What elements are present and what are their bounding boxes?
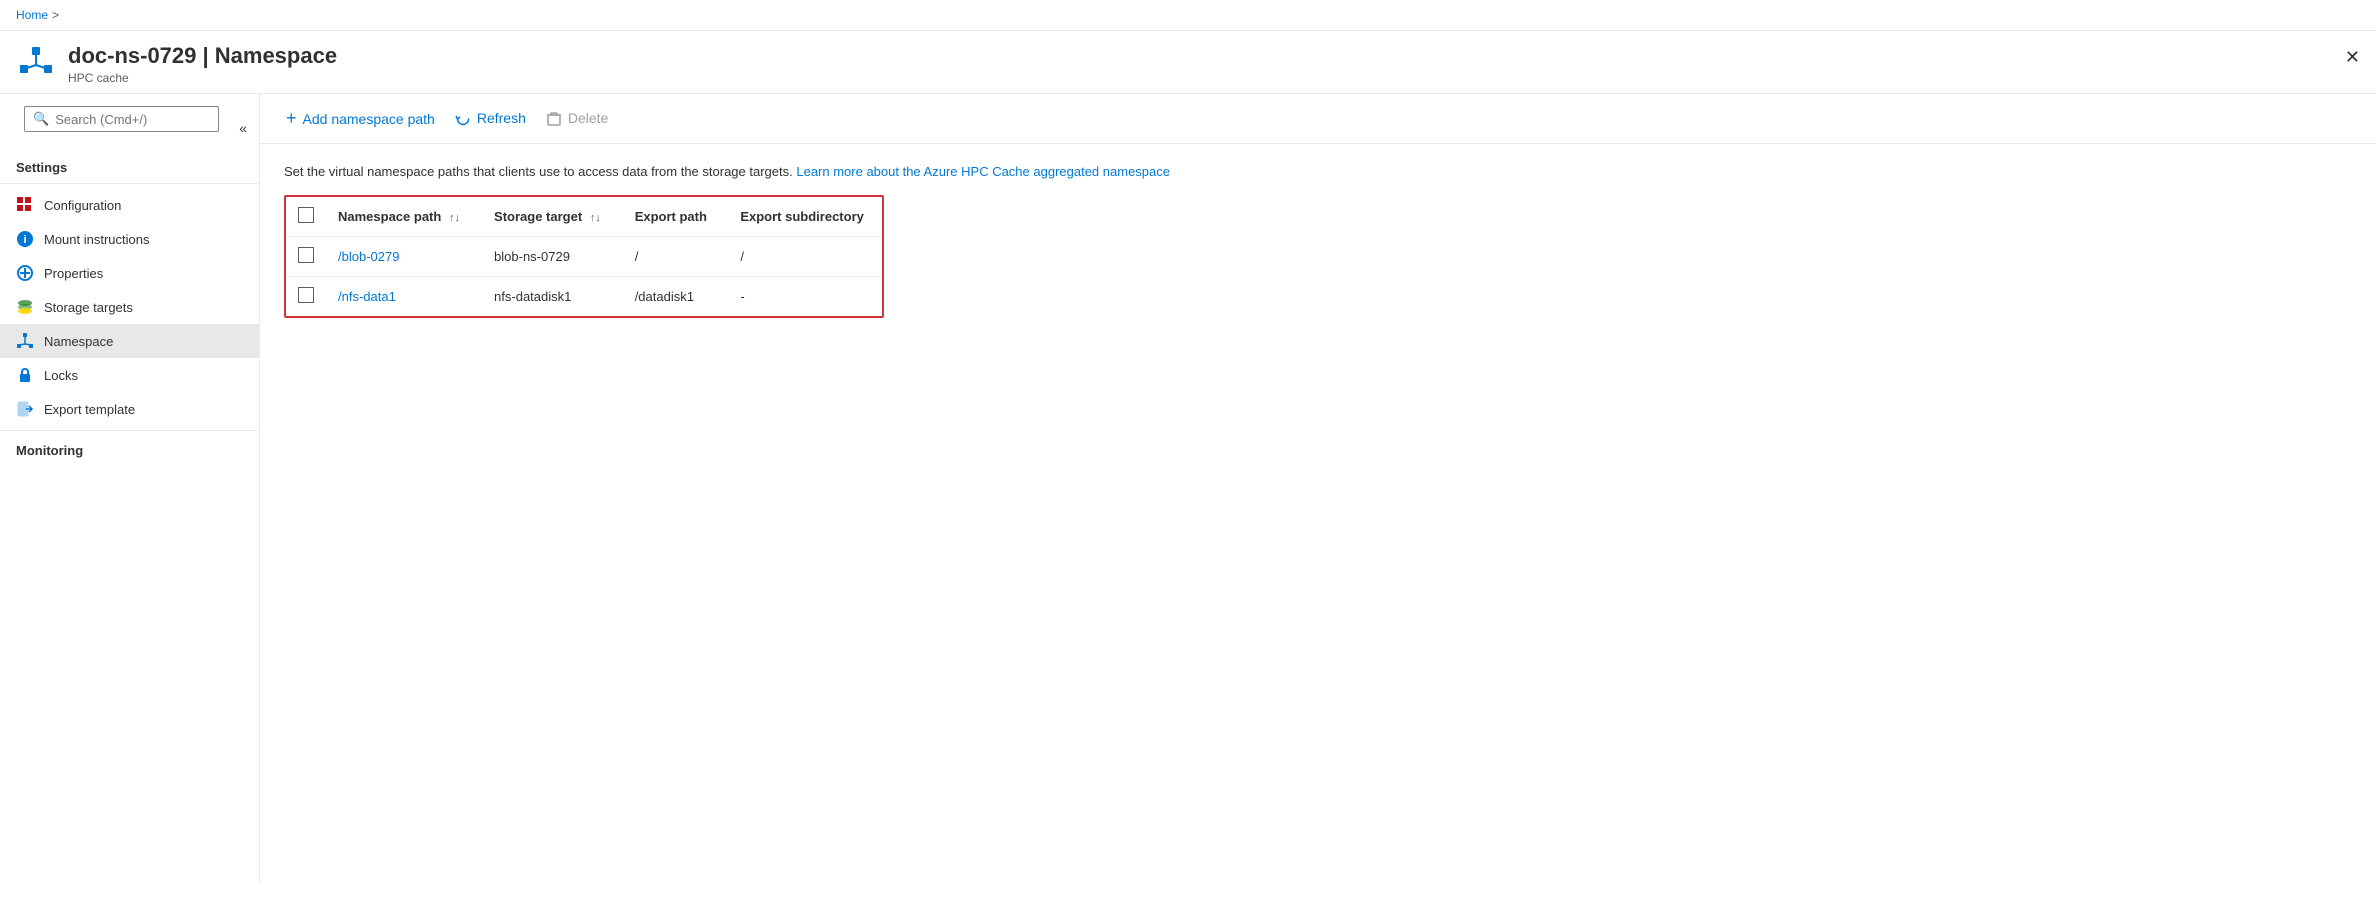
close-button[interactable]: ✕ [2345,47,2360,68]
table-body: /blob-0279 blob-ns-0729 / / /nfs-data1 [286,237,882,317]
sidebar-item-namespace-label: Namespace [44,334,113,349]
svg-text:i: i [23,234,26,246]
row2-export-subdirectory: - [724,277,882,317]
namespace-table-container: Namespace path ↑↓ Storage target ↑↓ Expo… [284,195,884,318]
page-header: doc-ns-0729 | Namespace HPC cache ✕ [0,31,2376,94]
add-namespace-label: Add namespace path [303,111,435,127]
col-export-path: Export path [619,197,725,237]
hpc-icon [16,43,56,83]
breadcrumb-sep: > [52,8,59,22]
row1-checkbox-cell [286,237,322,277]
row1-namespace-path: /blob-0279 [322,237,478,277]
monitoring-divider [0,430,259,431]
col-storage-target: Storage target ↑↓ [478,197,619,237]
row1-checkbox[interactable] [298,247,314,263]
col-namespace-path-label: Namespace path [338,209,441,224]
refresh-icon [455,110,471,127]
main-layout: 🔍 « Settings Configuration [0,94,2376,884]
sidebar-search-row: 🔍 « [0,102,259,152]
config-icon [16,196,34,214]
table-row: /nfs-data1 nfs-datadisk1 /datadisk1 - [286,277,882,317]
sidebar-item-locks[interactable]: Locks [0,358,259,392]
page-title: doc-ns-0729 | Namespace [68,43,337,69]
table-row: /blob-0279 blob-ns-0729 / / [286,237,882,277]
delete-label: Delete [568,110,608,126]
toolbar: + Add namespace path Refresh [260,94,2376,144]
row1-export-subdirectory: / [724,237,882,277]
header-checkbox[interactable] [298,207,314,223]
col-export-path-label: Export path [635,209,707,224]
sidebar: 🔍 « Settings Configuration [0,94,260,884]
delete-icon [546,110,562,127]
lock-icon [16,366,34,384]
sidebar-item-mount-label: Mount instructions [44,232,150,247]
collapse-button[interactable]: « [231,116,255,140]
description-text: Set the virtual namespace paths that cli… [284,164,793,179]
top-bar: Home > [0,0,2376,31]
refresh-button[interactable]: Refresh [449,106,532,131]
page-subtitle: HPC cache [68,71,337,85]
export-icon [16,400,34,418]
info-icon: i [16,230,34,248]
row2-namespace-path: /nfs-data1 [322,277,478,317]
sidebar-item-configuration-label: Configuration [44,198,121,213]
sidebar-item-locks-label: Locks [44,368,78,383]
breadcrumb-home[interactable]: Home [16,8,48,22]
add-icon: + [286,108,297,129]
header-checkbox-cell [286,197,322,237]
namespace-icon [16,332,34,350]
content-area: Set the virtual namespace paths that cli… [260,144,2376,884]
learn-more-link[interactable]: Learn more about the Azure HPC Cache agg… [796,164,1170,179]
monitoring-section-label: Monitoring [0,435,259,462]
sidebar-item-storage-label: Storage targets [44,300,133,315]
col-storage-target-label: Storage target [494,209,582,224]
row2-checkbox-cell [286,277,322,317]
description: Set the virtual namespace paths that cli… [284,164,2352,179]
row1-storage-target: blob-ns-0729 [478,237,619,277]
sidebar-item-export-template[interactable]: Export template [0,392,259,426]
row1-namespace-link[interactable]: /blob-0279 [338,249,399,264]
main-content: + Add namespace path Refresh [260,94,2376,884]
row2-checkbox[interactable] [298,287,314,303]
settings-divider [0,183,259,184]
breadcrumb: Home > [16,8,59,22]
sidebar-item-configuration[interactable]: Configuration [0,188,259,222]
sidebar-item-export-label: Export template [44,402,135,417]
namespace-table: Namespace path ↑↓ Storage target ↑↓ Expo… [286,197,882,316]
sidebar-item-namespace[interactable]: Namespace [0,324,259,358]
col-export-subdirectory-label: Export subdirectory [740,209,864,224]
add-namespace-path-button[interactable]: + Add namespace path [280,104,441,133]
header-text: doc-ns-0729 | Namespace HPC cache [68,43,337,85]
sidebar-item-storage-targets[interactable]: Storage targets [0,290,259,324]
sidebar-item-mount-instructions[interactable]: i Mount instructions [0,222,259,256]
search-input[interactable] [55,112,210,127]
delete-button[interactable]: Delete [540,106,614,131]
properties-icon [16,264,34,282]
row2-storage-target: nfs-datadisk1 [478,277,619,317]
settings-section-label: Settings [0,152,259,179]
row1-export-path: / [619,237,725,277]
table-header: Namespace path ↑↓ Storage target ↑↓ Expo… [286,197,882,237]
sidebar-item-properties-label: Properties [44,266,103,281]
col-namespace-path: Namespace path ↑↓ [322,197,478,237]
storage-sort-icons[interactable]: ↑↓ [590,212,601,224]
refresh-label: Refresh [477,110,526,126]
namespace-sort-icons[interactable]: ↑↓ [449,212,460,224]
row2-namespace-link[interactable]: /nfs-data1 [338,289,396,304]
storage-icon [16,298,34,316]
col-export-subdirectory: Export subdirectory [724,197,882,237]
sidebar-item-properties[interactable]: Properties [0,256,259,290]
search-bar[interactable]: 🔍 [24,106,219,132]
row2-export-path: /datadisk1 [619,277,725,317]
search-icon: 🔍 [33,111,49,127]
